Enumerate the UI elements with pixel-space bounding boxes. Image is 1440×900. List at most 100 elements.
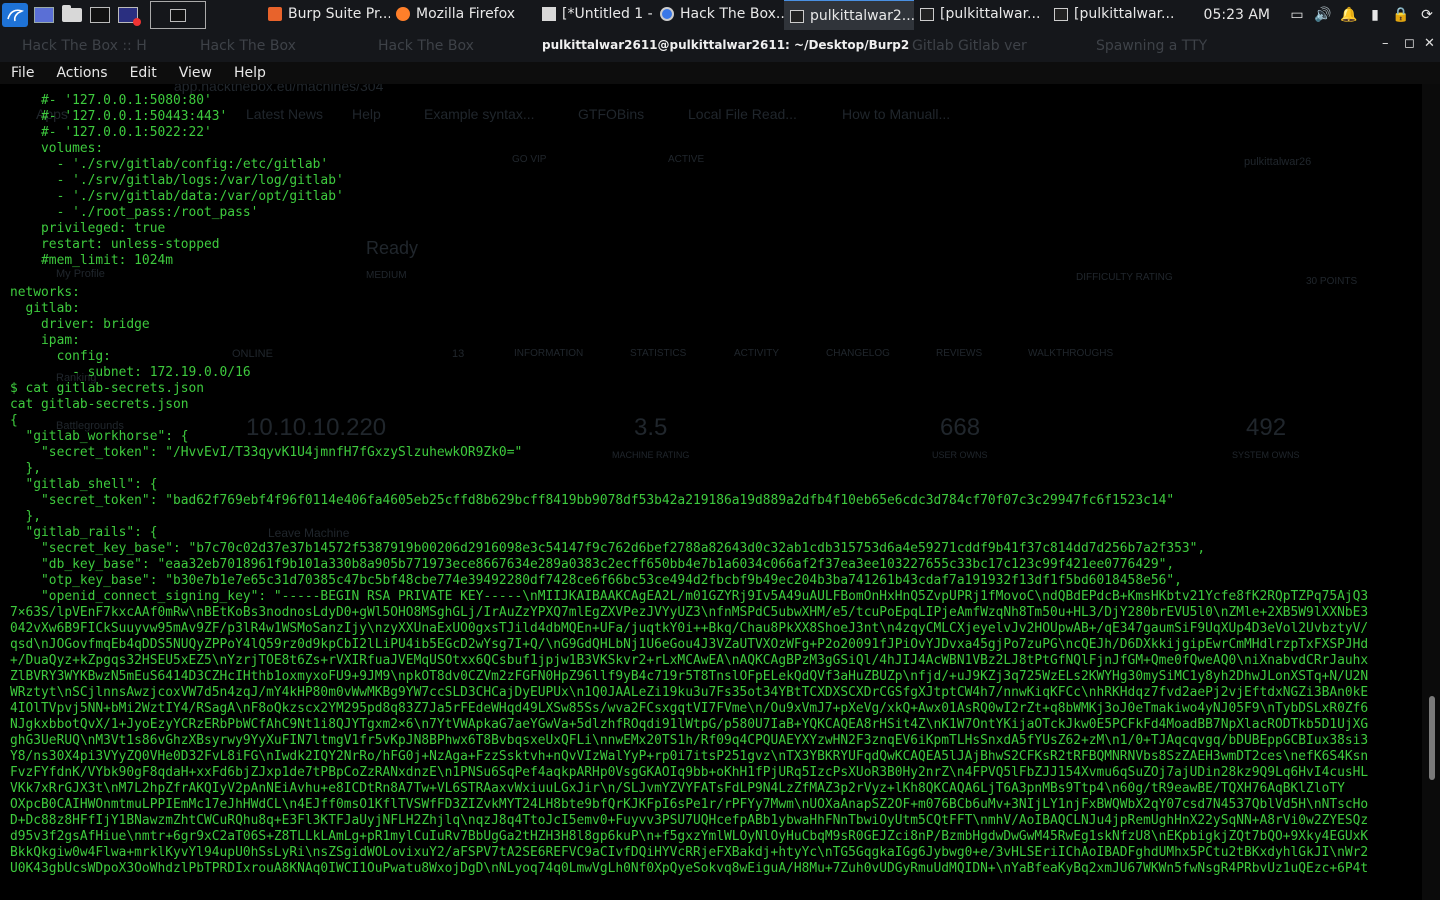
terminal-icon bbox=[790, 9, 804, 23]
terminal-line: d95v3f2gsAfHiue\nmtr+6gr9xC2aT06S+Z8TLLk… bbox=[10, 829, 1369, 844]
ghost-browser-tab: Hack The Box bbox=[200, 38, 296, 54]
terminal-line: "otp_key_base": "b30e7b1e7e65c31d70385c4… bbox=[10, 573, 1182, 588]
terminal-line: BkkQkgiw0w4Flwa+mrklKyvYl94upU0hSsLyRi\n… bbox=[10, 845, 1369, 860]
menu-help[interactable]: Help bbox=[223, 65, 277, 81]
terminal-line: "gitlab_shell": { bbox=[10, 477, 158, 492]
task-list: Burp Suite Pr... Mozilla Firefox [*Untit… bbox=[262, 0, 1184, 31]
task-label: Mozilla Firefox bbox=[416, 6, 516, 22]
system-tray: 05:23 AM ▭ 🔊 🔔 ▮ 🔒 ⟳ bbox=[1204, 0, 1440, 30]
desktop-icon bbox=[34, 7, 54, 23]
terminal-line: "openid_connect_signing_key": "-----BEGI… bbox=[10, 589, 1369, 604]
terminal-icon bbox=[90, 7, 110, 23]
terminal-line: WRztyt\nSCjlnnsAwzjcoxVW7d5n4zqJ/mY4kHP8… bbox=[10, 685, 1369, 700]
terminal-line: - './srv/gitlab/config:/etc/gitlab' bbox=[10, 157, 329, 172]
terminal-line: #mem_limit: 1024m bbox=[10, 253, 173, 268]
terminal-line: }, bbox=[10, 509, 42, 524]
terminal-line: - './srv/gitlab/data:/var/opt/gitlab' bbox=[10, 189, 344, 204]
terminal-line: 042vXw6B9FICkSuuyvw95mAv9ZF/p3lR4w1WSMoS… bbox=[10, 621, 1369, 636]
task-terminal-2[interactable]: [pulkittalwar... bbox=[914, 0, 1048, 29]
terminal-line: #- '127.0.0.1:5022:22' bbox=[10, 125, 212, 140]
terminal-line: "db_key_base": "eaa32eb7018961f9b101a330… bbox=[10, 557, 1175, 572]
workspace-window-icon bbox=[170, 8, 186, 22]
bell-icon[interactable]: 🔔 bbox=[1336, 0, 1362, 30]
menu-view[interactable]: View bbox=[168, 65, 223, 81]
terminal-line: privileged: true bbox=[10, 221, 166, 236]
terminal-line: { bbox=[10, 413, 18, 428]
lock-icon[interactable]: 🔒 bbox=[1388, 0, 1414, 30]
kali-menu-button[interactable] bbox=[0, 0, 30, 30]
task-label: Burp Suite Pr... bbox=[288, 6, 390, 22]
root-terminal-icon bbox=[118, 7, 141, 26]
terminal-line: "gitlab_workhorse": { bbox=[10, 429, 189, 444]
terminal-line: config: bbox=[10, 349, 111, 364]
display-icon[interactable]: ▭ bbox=[1284, 0, 1310, 30]
terminal-line: qsd\nJOGovfmqEb4qDDS5NUQyZPPoY4lQ59rz0d9… bbox=[10, 637, 1369, 652]
task-terminal-active[interactable]: pulkittalwar2... bbox=[784, 0, 914, 31]
terminal-line: VKk7xRrGJX3t\nM7L2hpZfrAKQIyV2pAnNEiAvhu… bbox=[10, 781, 1345, 796]
task-terminal-3[interactable]: [pulkittalwar... bbox=[1048, 0, 1184, 29]
terminal-menubar: File Actions Edit View Help bbox=[0, 62, 1440, 84]
terminal-line: ipam: bbox=[10, 333, 80, 348]
terminal-scrollbar[interactable] bbox=[1422, 84, 1440, 900]
terminal-line: "secret_token": "/HvvEvI/T33qyvK1U4jmnfH… bbox=[10, 445, 523, 460]
menu-file[interactable]: File bbox=[0, 65, 45, 81]
window-title: pulkittalwar2611@pulkittalwar2611: ~/Des… bbox=[542, 38, 910, 52]
terminal-line: "gitlab_rails": { bbox=[10, 525, 158, 540]
terminal-icon bbox=[920, 7, 934, 21]
terminal-line: gitlab: bbox=[10, 301, 80, 316]
task-label: [*Untitled 1 - ... bbox=[562, 6, 654, 22]
ghost-browser-tab: Hack The Box bbox=[378, 38, 474, 54]
task-burp-suite[interactable]: Burp Suite Pr... bbox=[262, 0, 390, 29]
terminal-line: #- '127.0.0.1:5080:80' bbox=[10, 93, 212, 108]
terminal-line: #- '127.0.0.1:50443:443' bbox=[10, 109, 228, 124]
terminal-line: Y8/ns30X4pi3VYyZQ0VHe0D32FvL8iFG\nIwdk2I… bbox=[10, 749, 1369, 764]
minimize-button[interactable]: – bbox=[1382, 36, 1389, 51]
terminal-line: restart: unless-stopped bbox=[10, 237, 220, 252]
terminal-line: U0K43gbUcsWDpoX3OoWhdzlPbTPRDIxrouA8KNAq… bbox=[10, 861, 1369, 876]
burp-icon bbox=[268, 7, 282, 21]
power-icon[interactable]: ⟳ bbox=[1414, 0, 1440, 30]
volume-icon[interactable]: 🔊 bbox=[1310, 0, 1336, 30]
terminal-line: $ cat gitlab-secrets.json bbox=[10, 381, 205, 396]
text-editor-icon bbox=[542, 7, 556, 21]
terminal-line: cat gitlab-secrets.json bbox=[10, 397, 189, 412]
task-label: Hack The Box... bbox=[680, 6, 784, 22]
task-label: pulkittalwar2... bbox=[810, 8, 914, 24]
clock: 05:23 AM bbox=[1203, 7, 1270, 23]
terminal-launcher[interactable] bbox=[86, 0, 114, 30]
terminal-icon bbox=[1054, 7, 1068, 21]
terminal-line: - './srv/gitlab/logs:/var/log/gitlab' bbox=[10, 173, 344, 188]
terminal-line: 4IOlTVpvj5NN+bMi2WztIY4/RSagA\nF8oQkzscx… bbox=[10, 701, 1369, 716]
system-taskbar: Burp Suite Pr... Mozilla Firefox [*Untit… bbox=[0, 0, 1440, 31]
menu-actions[interactable]: Actions bbox=[45, 65, 118, 81]
scrollbar-thumb[interactable] bbox=[1429, 696, 1435, 780]
task-firefox[interactable]: Mozilla Firefox bbox=[390, 0, 536, 29]
terminal-text: #- '127.0.0.1:5080:80' #- '127.0.0.1:504… bbox=[10, 93, 1412, 877]
workspace-switcher[interactable] bbox=[150, 1, 206, 29]
terminal-line: }, bbox=[10, 461, 42, 476]
menu-edit[interactable]: Edit bbox=[119, 65, 168, 81]
maximize-button[interactable]: ◻ bbox=[1404, 36, 1415, 51]
root-terminal-launcher[interactable] bbox=[114, 0, 142, 30]
terminal-output[interactable]: app.hackthebox.eu/machines/304 Apps Late… bbox=[0, 84, 1422, 900]
terminal-line: D+Dc88z8HFfIjY1BNawzmZhtCWCuRQhu8q+E3Fl3… bbox=[10, 813, 1369, 828]
terminal-line: OXpcB0CAIHWOnmtmuLPPIEmMc17eJhHWdCL\n4EJ… bbox=[10, 797, 1369, 812]
ghost-browser-tab: Hack The Box :: H bbox=[22, 38, 147, 54]
task-label: [pulkittalwar... bbox=[940, 6, 1041, 22]
terminal-line: FvzFYfdnK/VYbk90gF8qdaH+xxFd6bjZJxp1de7t… bbox=[10, 765, 1369, 780]
folder-icon bbox=[62, 5, 82, 22]
file-manager-launcher[interactable] bbox=[58, 0, 86, 30]
terminal-line: "secret_key_base": "b7c70c02d37e37b14572… bbox=[10, 541, 1206, 556]
terminal-line: "secret_token": "bad62f769ebf4f96f0114e4… bbox=[10, 493, 1175, 508]
kali-logo-icon bbox=[2, 3, 28, 27]
terminal-line: 7×63S/lpVEnF7kxcAAf0mRw\nBEtKoBs3nodnosL… bbox=[10, 605, 1369, 620]
task-label: [pulkittalwar... bbox=[1074, 6, 1175, 22]
close-button[interactable]: ✕ bbox=[1424, 36, 1435, 51]
show-desktop-button[interactable] bbox=[30, 0, 58, 30]
terminal-line: - subnet: 172.19.0.0/16 bbox=[10, 365, 251, 380]
task-text-editor[interactable]: [*Untitled 1 - ... bbox=[536, 0, 654, 29]
terminal-line: networks: bbox=[10, 285, 80, 300]
task-chrome-htb[interactable]: Hack The Box... bbox=[654, 0, 784, 29]
battery-icon[interactable]: ▮ bbox=[1362, 0, 1388, 30]
terminal-line: - './root_pass:/root_pass' bbox=[10, 205, 259, 220]
